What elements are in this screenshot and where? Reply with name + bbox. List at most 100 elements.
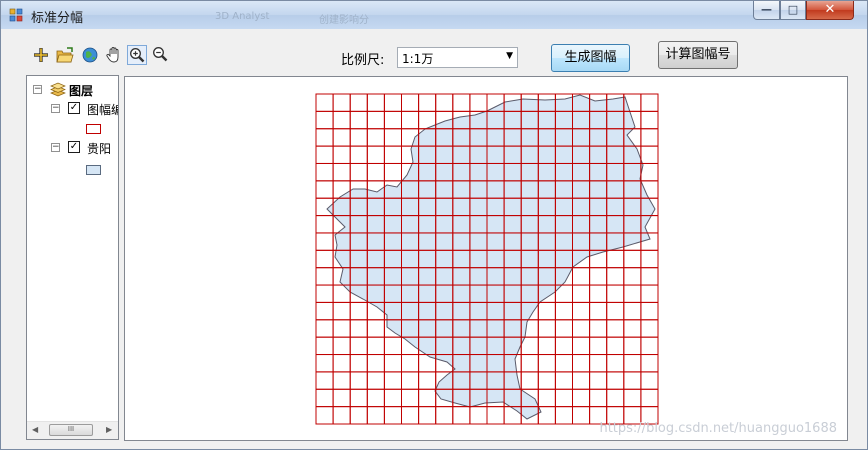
map-sheet-cell (623, 336, 642, 356)
map-sheet-cell (349, 319, 368, 338)
map-sheet-cell (349, 93, 368, 112)
full-extent-button[interactable] (80, 45, 100, 65)
zoom-in-button[interactable] (127, 45, 147, 65)
scale-label: 比例尺: (341, 53, 385, 68)
map-sheet-cell (349, 162, 368, 182)
pan-button[interactable] (104, 45, 124, 65)
map-sheet-cell (366, 145, 385, 164)
map-sheet-cell (572, 388, 591, 408)
map-sheet-cell (418, 406, 437, 425)
map-sheet-cell (315, 215, 334, 234)
map-sheet-cell (623, 267, 642, 286)
map-sheet-cell (469, 93, 488, 112)
zoom-out-button[interactable] (151, 45, 171, 65)
map-sheet-cell (315, 388, 334, 408)
map-sheet-cell (520, 354, 539, 373)
collapse-icon[interactable]: − (33, 85, 42, 94)
map-canvas[interactable] (125, 77, 847, 440)
map-sheet-cell (315, 284, 334, 303)
map-sheet-cell (469, 406, 488, 425)
map-sheet-cell (606, 336, 625, 356)
map-sheet-cell (572, 336, 591, 356)
scroll-thumb[interactable]: III (49, 424, 93, 436)
map-sheet-cell (349, 388, 368, 408)
map-sheet-cell (383, 128, 402, 147)
map-sheet-cell (520, 371, 539, 390)
map-sheet-cell (640, 162, 659, 182)
map-sheet-cell (623, 371, 642, 390)
map-sheet-cell (640, 249, 659, 269)
map-sheet-cell (606, 267, 625, 286)
map-sheet-cell (315, 162, 334, 182)
map-sheet-cell (589, 388, 608, 408)
map-sheet-cell (640, 145, 659, 164)
scroll-right-icon[interactable]: ▶ (106, 425, 112, 434)
map-sheet-cell (572, 406, 591, 425)
add-data-button[interactable] (31, 45, 51, 65)
map-sheet-cell (366, 128, 385, 147)
scale-dropdown[interactable]: 1:1万 ▼ (397, 47, 518, 68)
map-sheet-cell (315, 249, 334, 269)
minimize-button[interactable]: — (753, 1, 780, 20)
map-sheet-cell (366, 354, 385, 373)
map-sheet-cell (349, 371, 368, 390)
map-sheet-cell (349, 301, 368, 321)
map-sheet-cell (640, 371, 659, 390)
map-sheet-cell (640, 128, 659, 147)
scroll-left-icon[interactable]: ◀ (32, 425, 38, 434)
map-sheet-cell (452, 406, 471, 425)
close-button[interactable]: ✕ (806, 1, 854, 20)
background-window-text: 创建影响分 (319, 15, 369, 26)
generate-sheets-button[interactable]: 生成图幅 (551, 44, 630, 72)
chevron-down-icon: ▼ (506, 51, 513, 61)
layer-visibility-checkbox[interactable]: ✓ (68, 141, 80, 153)
map-sheet-cell (640, 319, 659, 338)
compute-sheet-number-button[interactable]: 计算图幅号 (658, 41, 738, 69)
map-sheet-cell (418, 388, 437, 408)
map-view[interactable]: https://blog.csdn.net/huangguo1688 (124, 76, 848, 441)
map-sheet-cell (606, 371, 625, 390)
window-title: 标准分幅 (31, 11, 84, 26)
map-sheet-cell (332, 371, 351, 390)
map-sheet-cell (554, 301, 573, 321)
map-sheet-cell (640, 93, 659, 112)
map-sheet-cell (366, 319, 385, 338)
map-sheet-cell (315, 128, 334, 147)
map-sheet-cell (349, 406, 368, 425)
toc-root-row[interactable]: − 图层 (31, 82, 118, 98)
horizontal-scrollbar[interactable]: ◀ III ▶ (27, 421, 118, 439)
map-sheet-cell (315, 319, 334, 338)
map-sheet-cell (315, 301, 334, 321)
collapse-icon[interactable]: − (51, 104, 60, 113)
map-sheet-cell (315, 267, 334, 286)
collapse-icon[interactable]: − (51, 143, 60, 152)
map-sheet-cell (332, 319, 351, 338)
map-sheet-cell (554, 354, 573, 373)
full-extent-globe-icon (82, 47, 98, 63)
map-sheet-cell (349, 128, 368, 147)
map-sheet-cell (332, 162, 351, 182)
map-sheet-cell (315, 93, 334, 112)
open-button[interactable] (55, 45, 75, 65)
maximize-button[interactable]: □ (780, 1, 806, 20)
map-sheet-cell (640, 354, 659, 373)
layer-visibility-checkbox[interactable]: ✓ (68, 102, 80, 114)
guiyang-region-layer (326, 94, 656, 420)
map-sheet-cell (383, 371, 402, 390)
map-sheet-cell (332, 93, 351, 112)
title-bar[interactable]: 标准分幅 3D Analyst 创建影响分 — □ ✕ (1, 1, 867, 29)
map-sheet-cell (315, 180, 334, 199)
map-sheet-cell (537, 301, 556, 321)
map-sheet-cell (401, 110, 420, 130)
map-sheet-cell (332, 128, 351, 147)
toc-layer-row[interactable]: − ✓ 贵阳 (49, 140, 118, 156)
map-sheet-cell (349, 354, 368, 373)
map-sheet-cell (383, 406, 402, 425)
map-sheet-cell (366, 388, 385, 408)
map-sheet-cell (537, 371, 556, 390)
map-sheet-cell (554, 406, 573, 425)
map-sheet-cell (418, 93, 437, 112)
pan-hand-icon (106, 47, 119, 63)
toc-layer-row[interactable]: − ✓ 图幅编 (49, 101, 118, 117)
zoom-in-icon (130, 48, 145, 63)
